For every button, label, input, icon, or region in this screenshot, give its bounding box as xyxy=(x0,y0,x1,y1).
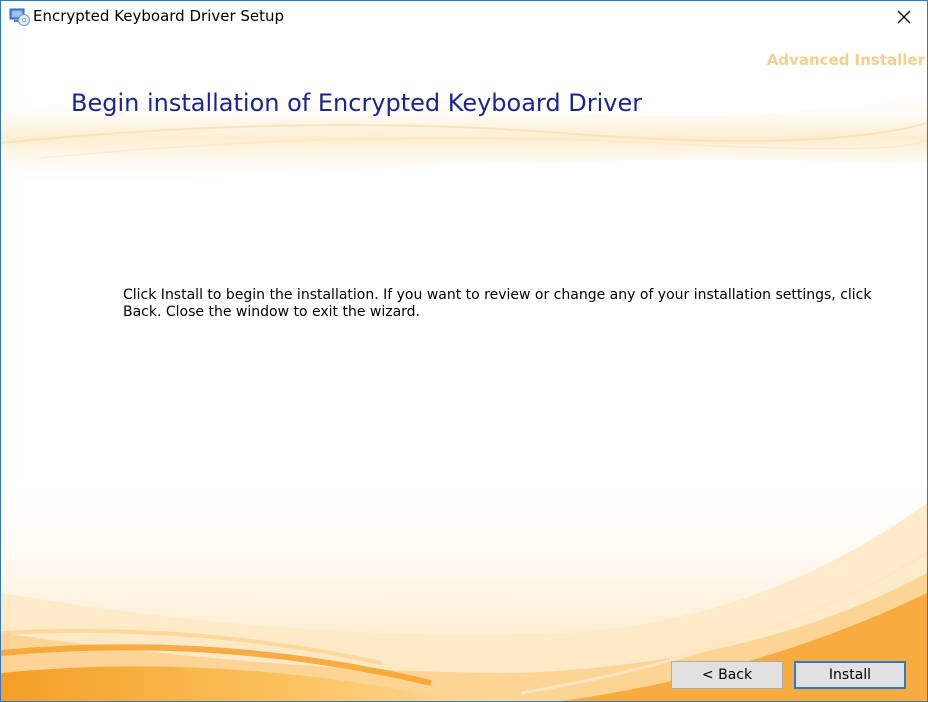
wizard-content: Advanced Installer Begin installation of… xyxy=(1,33,927,701)
close-button[interactable] xyxy=(881,1,927,33)
setup-window: Encrypted Keyboard Driver Setup Advanced… xyxy=(0,0,928,702)
install-button[interactable]: Install xyxy=(794,661,906,689)
instructions-text: Click Install to begin the installation.… xyxy=(123,287,872,320)
back-button[interactable]: < Back xyxy=(671,661,783,689)
title-bar[interactable]: Encrypted Keyboard Driver Setup xyxy=(1,1,927,33)
page-title: Begin installation of Encrypted Keyboard… xyxy=(71,89,643,117)
advanced-installer-watermark: Advanced Installer xyxy=(766,51,925,69)
setup-disc-icon xyxy=(9,8,31,26)
background-waves xyxy=(1,90,927,701)
window-title: Encrypted Keyboard Driver Setup xyxy=(33,7,285,25)
close-icon xyxy=(897,5,911,29)
